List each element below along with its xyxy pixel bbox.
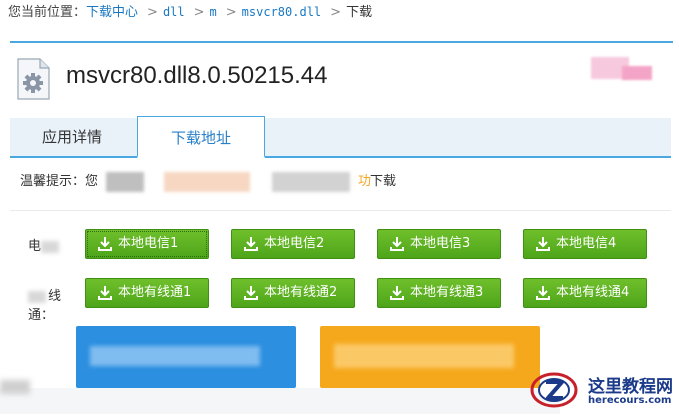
download-button-label: 本地电信1 — [118, 236, 179, 251]
download-button-cable-3[interactable]: 本地有线通3 — [377, 278, 501, 308]
breadcrumb-separator: > — [330, 5, 342, 20]
breadcrumb-separator: > — [193, 5, 205, 20]
watermark-name: 这里教程网 — [588, 377, 673, 397]
blurred-text — [0, 380, 30, 394]
download-button-telecom-3[interactable]: 本地电信3 — [377, 229, 501, 259]
download-arrow-icon — [390, 286, 404, 300]
row-label-telecom: 电 — [28, 235, 78, 254]
row-label-text: 电 — [28, 239, 42, 254]
download-arrow-icon — [244, 237, 258, 251]
watermark-logo: 这里教程网 herecours.com — [528, 368, 678, 412]
notice-text: 温馨提示：您 — [20, 174, 99, 189]
big-download-button-orange[interactable] — [320, 326, 540, 388]
blurred-text — [28, 290, 46, 303]
download-button-cable-1[interactable]: 本地有线通1 — [85, 278, 209, 308]
download-button-label: 本地有线通2 — [264, 285, 338, 300]
blurred-text — [272, 172, 350, 192]
tab-bar: 应用详情 下载地址 — [10, 116, 671, 158]
download-button-label: 本地有线通4 — [556, 285, 630, 300]
download-arrow-icon — [98, 286, 112, 300]
blurred-text — [164, 172, 250, 192]
notice-text-tail: 下载 — [370, 174, 397, 189]
header-divider — [10, 41, 673, 43]
download-button-label: 本地电信3 — [410, 236, 471, 251]
breadcrumb-separator: > — [225, 5, 237, 20]
breadcrumb-link-file[interactable]: msvcr80.dll — [242, 5, 321, 19]
row-label-cable: 线通： — [28, 285, 78, 323]
tab-app-details[interactable]: 应用详情 — [10, 118, 134, 156]
download-button-label: 本地有线通3 — [410, 285, 484, 300]
blurred-text — [90, 346, 260, 366]
watermark-z-icon — [530, 372, 578, 408]
big-download-button-blue[interactable] — [76, 326, 296, 388]
download-button-label: 本地电信4 — [556, 236, 617, 251]
download-arrow-icon — [536, 237, 550, 251]
breadcrumb-lead: 您当前位置： — [8, 5, 87, 20]
download-arrow-icon — [98, 237, 112, 251]
download-button-cable-4[interactable]: 本地有线通4 — [523, 278, 647, 308]
bottom-area — [0, 388, 560, 414]
download-arrow-icon — [536, 286, 550, 300]
download-button-telecom-4[interactable]: 本地电信4 — [523, 229, 647, 259]
download-arrow-icon — [390, 237, 404, 251]
download-button-telecom-2[interactable]: 本地电信2 — [231, 229, 355, 259]
breadcrumb-separator: > — [147, 5, 158, 20]
blurred-text — [41, 240, 60, 253]
blurred-text — [334, 344, 514, 368]
download-button-cable-2[interactable]: 本地有线通2 — [231, 278, 355, 308]
breadcrumb: 您当前位置：下载中心 > dll > m > msvcr80.dll > 下载 — [8, 2, 372, 22]
download-button-label: 本地有线通1 — [118, 285, 192, 300]
watermark-url: herecours.com — [588, 395, 672, 406]
download-button-label: 本地电信2 — [264, 236, 325, 251]
breadcrumb-current: 下载 — [346, 5, 373, 20]
notice-bar: 温馨提示：您 功 下载 — [10, 160, 671, 208]
tab-download-address[interactable]: 下载地址 — [137, 116, 265, 158]
breadcrumb-link-dll[interactable]: dll — [163, 5, 185, 19]
breadcrumb-link-m[interactable]: m — [210, 5, 217, 19]
blurred-ad — [622, 66, 652, 80]
dll-gear-file-icon — [16, 58, 50, 100]
download-arrow-icon — [244, 286, 258, 300]
download-button-telecom-1[interactable]: 本地电信1 — [85, 229, 209, 259]
page-title: msvcr80.dll8.0.50215.44 — [66, 62, 328, 89]
blurred-text — [106, 172, 144, 192]
breadcrumb-link-download-center[interactable]: 下载中心 — [86, 5, 138, 20]
